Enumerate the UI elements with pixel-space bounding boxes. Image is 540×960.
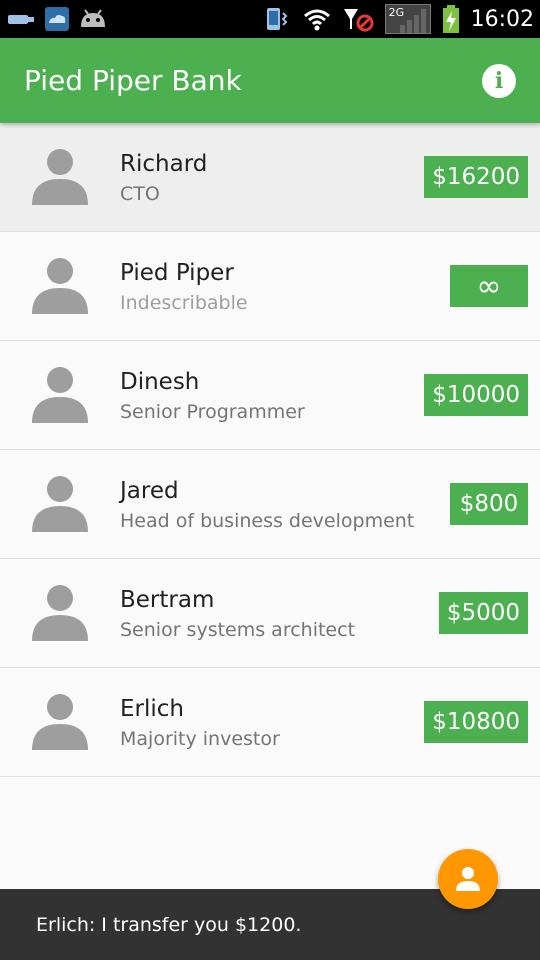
- balance-badge: $10800: [424, 701, 528, 743]
- avatar-icon: [32, 476, 88, 532]
- wifi-icon: [303, 6, 331, 32]
- vibrate-icon: [263, 6, 293, 32]
- network-type-badge: 2G: [384, 4, 431, 34]
- balance-badge: $16200: [424, 156, 528, 198]
- person-icon: [456, 867, 480, 891]
- account-role: Majority investor: [120, 728, 280, 750]
- list-item[interactable]: Bertram Senior systems architect $5000: [0, 559, 540, 668]
- account-role: Senior systems architect: [120, 619, 356, 641]
- account-role: Indescribable: [120, 292, 248, 314]
- list-item[interactable]: Richard CTO $16200: [0, 123, 540, 232]
- account-name: Erlich: [120, 696, 184, 722]
- battery-charging-icon: [441, 5, 461, 33]
- balance-badge: $800: [450, 483, 528, 525]
- avatar-icon: [32, 367, 88, 423]
- info-button[interactable]: i: [482, 63, 516, 98]
- balance-badge: $10000: [424, 374, 528, 416]
- account-role: Senior Programmer: [120, 401, 305, 423]
- app-bar: Pied Piper Bank i: [0, 38, 540, 123]
- balance-badge: ∞: [450, 265, 528, 307]
- account-name: Bertram: [120, 587, 215, 613]
- list-item[interactable]: Pied Piper Indescribable ∞: [0, 232, 540, 341]
- account-role: CTO: [120, 183, 160, 205]
- list-item[interactable]: Dinesh Senior Programmer $10000: [0, 341, 540, 450]
- list-item[interactable]: Jared Head of business development $800: [0, 450, 540, 559]
- signal-icon: [399, 9, 426, 33]
- avatar-icon: [32, 585, 88, 641]
- account-name: Pied Piper: [120, 260, 234, 286]
- no-signal-icon: [341, 6, 375, 32]
- avatar-icon: [32, 149, 88, 205]
- account-name: Richard: [120, 151, 208, 177]
- usb-icon: [6, 6, 36, 32]
- account-list: Richard CTO $16200 Pied Piper Indescriba…: [0, 123, 540, 777]
- list-item[interactable]: Erlich Majority investor $10800: [0, 668, 540, 777]
- avatar-icon: [32, 258, 88, 314]
- snackbar-message: Erlich: I transfer you $1200.: [36, 913, 302, 936]
- avatar-icon: [32, 694, 88, 750]
- info-icon: i: [494, 67, 504, 94]
- android-icon: [78, 6, 108, 32]
- account-role: Head of business development: [120, 510, 415, 532]
- status-bar: 2G 16:02: [0, 0, 540, 38]
- app-title: Pied Piper Bank: [24, 64, 242, 97]
- add-person-fab[interactable]: [438, 849, 498, 909]
- status-time: 16:02: [470, 6, 534, 32]
- account-name: Jared: [120, 478, 179, 504]
- account-name: Dinesh: [120, 369, 200, 395]
- balance-badge: $5000: [438, 592, 528, 634]
- cloud-icon: [44, 6, 70, 32]
